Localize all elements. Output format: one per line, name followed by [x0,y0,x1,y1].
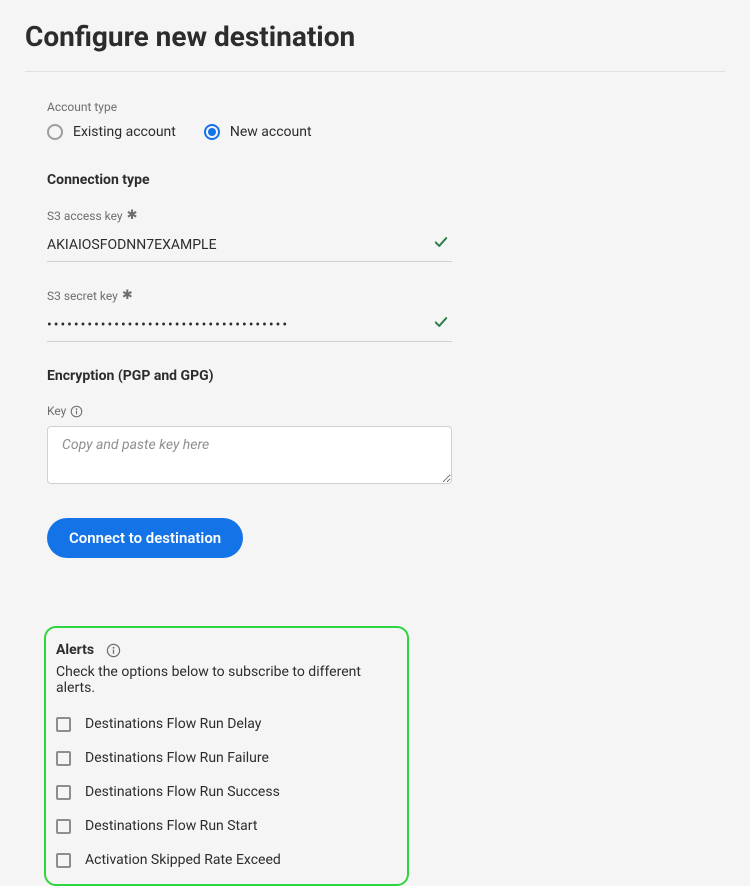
checkbox-label: Destinations Flow Run Delay [85,716,261,732]
radio-new-account[interactable]: New account [204,124,312,140]
checkbox-label: Destinations Flow Run Success [85,784,280,800]
s3-access-key-label: S3 access key ✱ [47,208,725,223]
page-title: Configure new destination [25,20,725,53]
required-asterisk-icon: ✱ [127,208,138,223]
alerts-panel: Alerts Check the options below to subscr… [44,626,409,886]
checkbox-icon [56,751,71,766]
radio-label: Existing account [73,124,176,140]
connect-to-destination-button[interactable]: Connect to destination [47,518,243,558]
connection-type-heading: Connection type [47,172,725,188]
radio-icon [204,124,220,140]
checkbox-icon [56,853,71,868]
checkbox-flow-run-delay[interactable]: Destinations Flow Run Delay [56,716,397,732]
checkbox-flow-run-failure[interactable]: Destinations Flow Run Failure [56,750,397,766]
checkbox-label: Destinations Flow Run Failure [85,750,269,766]
radio-label: New account [230,124,312,140]
alerts-description: Check the options below to subscribe to … [56,664,397,696]
encryption-key-label: Key [47,404,725,418]
checkmark-icon [434,235,448,249]
checkmark-icon [434,315,448,329]
checkbox-icon [56,819,71,834]
checkbox-icon [56,717,71,732]
encryption-key-textarea[interactable] [47,426,452,484]
alerts-checkbox-list: Destinations Flow Run Delay Destinations… [56,716,397,868]
divider [25,71,725,72]
encryption-heading: Encryption (PGP and GPG) [47,368,725,384]
s3-access-key-input[interactable] [47,231,452,262]
account-type-radio-group: Existing account New account [47,124,725,140]
alerts-heading: Alerts [56,642,94,658]
s3-secret-key-input[interactable] [47,311,452,342]
checkbox-flow-run-success[interactable]: Destinations Flow Run Success [56,784,397,800]
info-icon[interactable] [106,643,121,658]
radio-icon [47,124,63,140]
checkbox-activation-skipped-rate[interactable]: Activation Skipped Rate Exceed [56,852,397,868]
radio-existing-account[interactable]: Existing account [47,124,176,140]
account-type-label: Account type [47,100,725,114]
checkbox-label: Destinations Flow Run Start [85,818,257,834]
checkbox-label: Activation Skipped Rate Exceed [85,852,281,868]
s3-secret-key-label: S3 secret key ✱ [47,288,725,303]
info-icon[interactable] [70,405,83,418]
checkbox-flow-run-start[interactable]: Destinations Flow Run Start [56,818,397,834]
checkbox-icon [56,785,71,800]
required-asterisk-icon: ✱ [122,288,133,303]
